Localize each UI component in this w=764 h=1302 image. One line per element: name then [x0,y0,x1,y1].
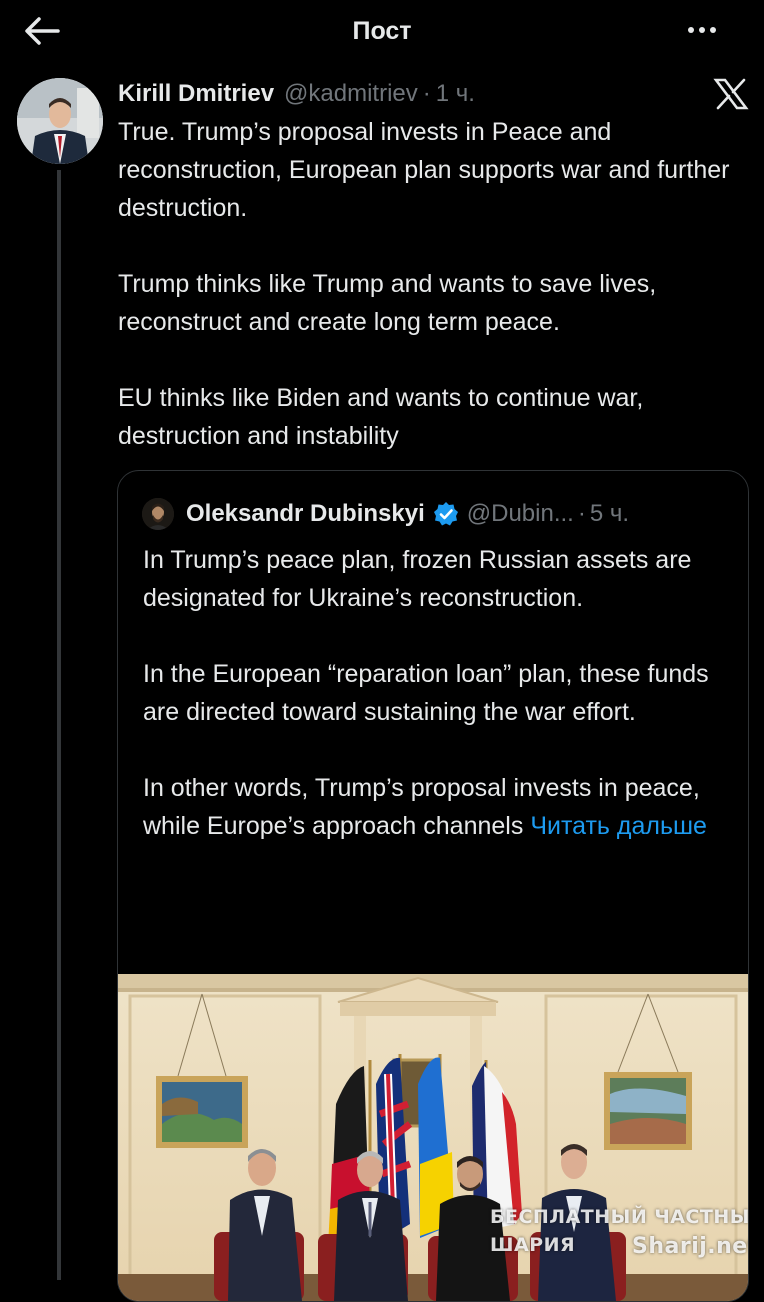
tweet-paragraph: EU thinks like Biden and wants to contin… [118,384,644,450]
separator-dot: · [422,80,431,107]
author-handle[interactable]: @kadmitriev [284,80,418,108]
tweet-author-row: Kirill Dmitriev @kadmitriev · 1 ч. [118,76,475,112]
quote-author-handle[interactable]: @Dubin... [467,500,574,528]
tweet-paragraph: True. Trump’s proposal invests in Peace … [118,118,730,222]
quoted-tweet-card[interactable]: Oleksandr Dubinskyi @Dubin... · 5 ч. In … [117,470,749,1302]
back-button[interactable] [22,14,62,48]
thread-line [57,170,61,1280]
page-title: Пост [352,16,412,45]
verified-badge-icon [433,502,458,526]
tweet-paragraph: Trump thinks like Trump and wants to sav… [118,270,657,336]
quote-paragraph: In Trump’s peace plan, frozen Russian as… [143,546,692,612]
top-bar: Пост [0,0,764,62]
author-name[interactable]: Kirill Dmitriev [118,80,274,108]
quote-text: In Trump’s peace plan, frozen Russian as… [143,541,733,845]
x-logo-icon [713,78,749,110]
more-options-button[interactable] [688,18,728,42]
quote-media-image[interactable]: БЕСПЛАТНЫЙ ЧАСТНЫЙ ШАРИЯ Sharij.net [118,974,748,1301]
quote-author-name[interactable]: Oleksandr Dubinskyi [186,500,425,528]
quote-timestamp[interactable]: 5 ч. [590,500,629,528]
tweet-timestamp[interactable]: 1 ч. [436,80,475,108]
separator-dot: · [577,500,586,527]
watermark-line-2-right: Sharij.net [632,1234,748,1259]
quote-author-row: Oleksandr Dubinskyi @Dubin... · 5 ч. [142,495,629,533]
more-horizontal-icon [688,27,694,33]
watermark-line-2-left: ШАРИЯ [490,1234,576,1256]
quote-author-avatar[interactable] [142,498,174,530]
quote-paragraph-last: In other words, Trump’s proposal invests… [143,774,707,840]
read-more-link[interactable]: Читать дальше [530,812,707,840]
watermark-line-1: БЕСПЛАТНЫЙ ЧАСТНЫЙ [490,1206,748,1228]
arrow-left-icon [25,17,60,45]
quote-paragraph: In the European “reparation loan” plan, … [143,660,709,726]
tweet-text: True. Trump’s proposal invests in Peace … [118,113,758,455]
author-avatar[interactable] [17,78,103,164]
